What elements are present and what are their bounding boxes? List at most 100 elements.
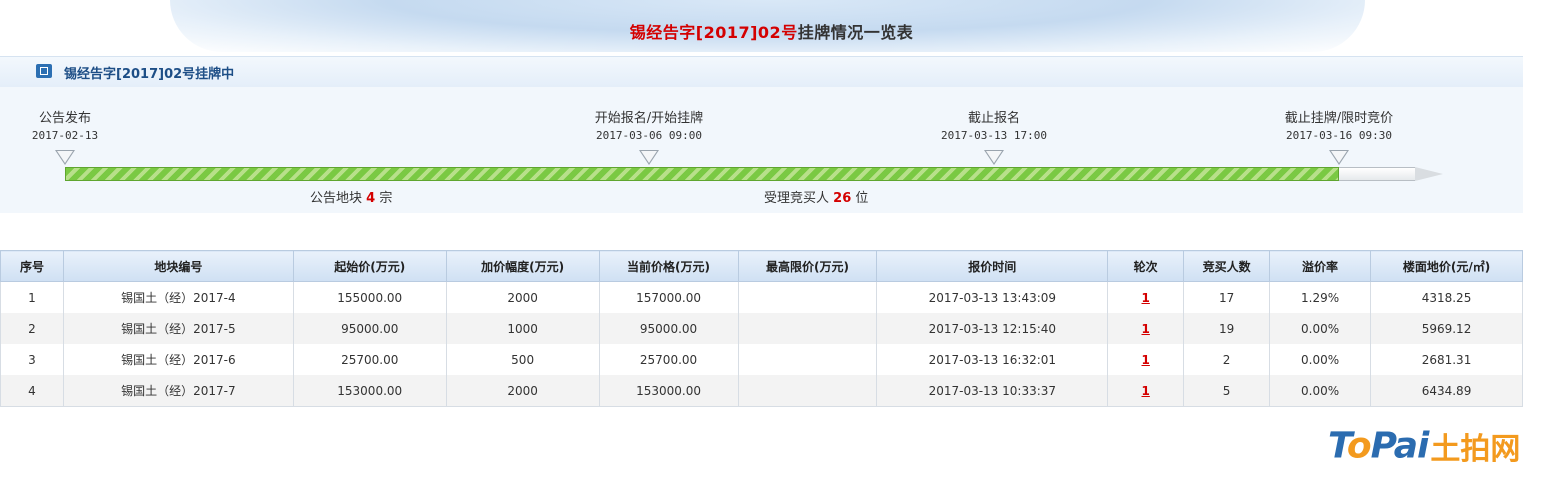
cell-increment: 2000 [445,281,600,313]
listing-table: 序号 地块编号 起始价(万元) 加价幅度(万元) 当前价格(万元) 最高限价(万… [0,250,1523,407]
cell-current-price: 157000.00 [598,281,739,313]
cell-parcel-id: 锡国土（经）2017-7 [62,375,294,407]
cell-increment: 500 [445,344,600,375]
stage-marker-icon [1329,150,1349,165]
cell-bidders: 5 [1183,375,1271,407]
cell-bid-time: 2017-03-13 10:33:37 [876,375,1109,407]
cell-floor-price: 6434.89 [1370,375,1523,407]
cell-current-price: 153000.00 [598,375,739,407]
watermark-letter: o [1346,425,1372,467]
cell-round: 1 [1107,313,1185,344]
stage-announcement: 公告发布 2017-02-13 [20,107,110,142]
status-text: 锡经告字[2017]02号挂牌中 [64,67,235,82]
col-header-bidders: 竞买人数 [1183,250,1271,282]
stat-unit: 位 [855,191,869,206]
watermark-cn: 土拍网 [1430,432,1521,467]
watermark-latin: ToPai [1328,425,1430,467]
page-title-rest: 挂牌情况一览表 [797,23,914,42]
cell-index: 3 [0,344,64,375]
progress-remaining [1339,167,1415,181]
stage-date: 2017-02-13 [31,129,99,142]
stage-date: 2017-03-06 09:00 [596,129,702,142]
stage-name: 公告发布 [38,111,91,126]
cell-start-price: 95000.00 [292,313,447,344]
cell-start-price: 25700.00 [292,344,447,375]
round-link[interactable]: 1 [1142,322,1150,336]
stat-value: 26 [833,191,852,206]
topai-watermark-logo: ToPai土拍网 [1328,424,1521,468]
col-header-floor-price: 楼面地价(元/㎡) [1370,250,1523,282]
cell-start-price: 153000.00 [292,375,447,407]
cell-parcel-id: 锡国土（经）2017-4 [62,281,294,313]
cell-bid-time: 2017-03-13 16:32:01 [876,344,1109,375]
stat-bidders: 受理竞买人 26 位 [764,187,868,206]
col-header-bid-time: 报价时间 [876,250,1109,282]
stat-parcels: 公告地块 4 宗 [310,187,392,206]
col-header-start-price: 起始价(万元) [292,250,447,282]
col-header-max-price: 最高限价(万元) [737,250,878,282]
cell-current-price: 25700.00 [598,344,739,375]
col-header-index: 序号 [0,250,64,282]
cell-max-price [737,281,878,313]
col-header-premium: 溢价率 [1269,250,1372,282]
timeline-panel: 公告发布 2017-02-13 开始报名/开始挂牌 2017-03-06 09:… [0,87,1523,213]
cell-round: 1 [1107,344,1185,375]
cell-index: 1 [0,281,64,313]
cell-parcel-id: 锡国土（经）2017-5 [62,313,294,344]
stage-name: 截止挂牌/限时竞价 [1284,111,1394,126]
round-link[interactable]: 1 [1142,291,1150,305]
progress-track [65,167,1339,181]
cell-increment: 2000 [445,375,600,407]
cell-floor-price: 4318.25 [1370,281,1523,313]
col-header-parcel-id: 地块编号 [62,250,294,282]
cell-bid-time: 2017-03-13 13:43:09 [876,281,1109,313]
cell-bidders: 17 [1183,281,1271,313]
cell-index: 4 [0,375,64,407]
watermark-letter: Pai [1370,425,1430,467]
stat-value: 4 [366,191,376,206]
document-icon [36,64,52,78]
cell-max-price [737,344,878,375]
cell-round: 1 [1107,375,1185,407]
page-title-highlight: 锡经告字[2017]02号 [629,23,798,42]
stage-date: 2017-03-13 17:00 [941,129,1047,142]
cell-index: 2 [0,313,64,344]
stage-marker-icon [639,150,659,165]
col-header-increment: 加价幅度(万元) [445,250,600,282]
cell-bidders: 19 [1183,313,1271,344]
cell-round: 1 [1107,281,1185,313]
stage-registration-close: 截止报名 2017-03-13 17:00 [924,107,1064,142]
stage-marker-icon [984,150,1004,165]
cell-floor-price: 2681.31 [1370,344,1523,375]
stage-name: 开始报名/开始挂牌 [594,111,704,126]
col-header-current-price: 当前价格(万元) [598,250,739,282]
round-link[interactable]: 1 [1142,353,1150,367]
stage-listing-close: 截止挂牌/限时竞价 2017-03-16 09:30 [1269,107,1409,142]
cell-premium: 1.29% [1269,281,1372,313]
stage-date: 2017-03-16 09:30 [1286,129,1392,142]
stat-label: 公告地块 [310,191,363,206]
cell-premium: 0.00% [1269,375,1372,407]
cell-max-price [737,313,878,344]
status-bar: 锡经告字[2017]02号挂牌中 [0,56,1523,88]
cell-bidders: 2 [1183,344,1271,375]
stat-unit: 宗 [379,191,393,206]
cell-premium: 0.00% [1269,344,1372,375]
stage-marker-icon [55,150,75,165]
col-header-round: 轮次 [1107,250,1185,282]
round-link[interactable]: 1 [1142,384,1150,398]
table-header-row: 序号 地块编号 起始价(万元) 加价幅度(万元) 当前价格(万元) 最高限价(万… [0,250,1523,282]
cell-increment: 1000 [445,313,600,344]
table-row: 2 锡国土（经）2017-5 95000.00 1000 95000.00 20… [0,313,1523,344]
watermark-letter: T [1328,425,1348,467]
stat-label: 受理竞买人 [764,191,830,206]
table-row: 3 锡国土（经）2017-6 25700.00 500 25700.00 201… [0,344,1523,375]
cell-floor-price: 5969.12 [1370,313,1523,344]
table-row: 1 锡国土（经）2017-4 155000.00 2000 157000.00 … [0,281,1523,313]
progress-arrow-icon [1415,167,1443,181]
cell-premium: 0.00% [1269,313,1372,344]
stage-registration-open: 开始报名/开始挂牌 2017-03-06 09:00 [579,107,719,142]
cell-start-price: 155000.00 [292,281,447,313]
table-row: 4 锡国土（经）2017-7 153000.00 2000 153000.00 … [0,375,1523,407]
page-title: 锡经告字[2017]02号挂牌情况一览表 [0,19,1543,43]
